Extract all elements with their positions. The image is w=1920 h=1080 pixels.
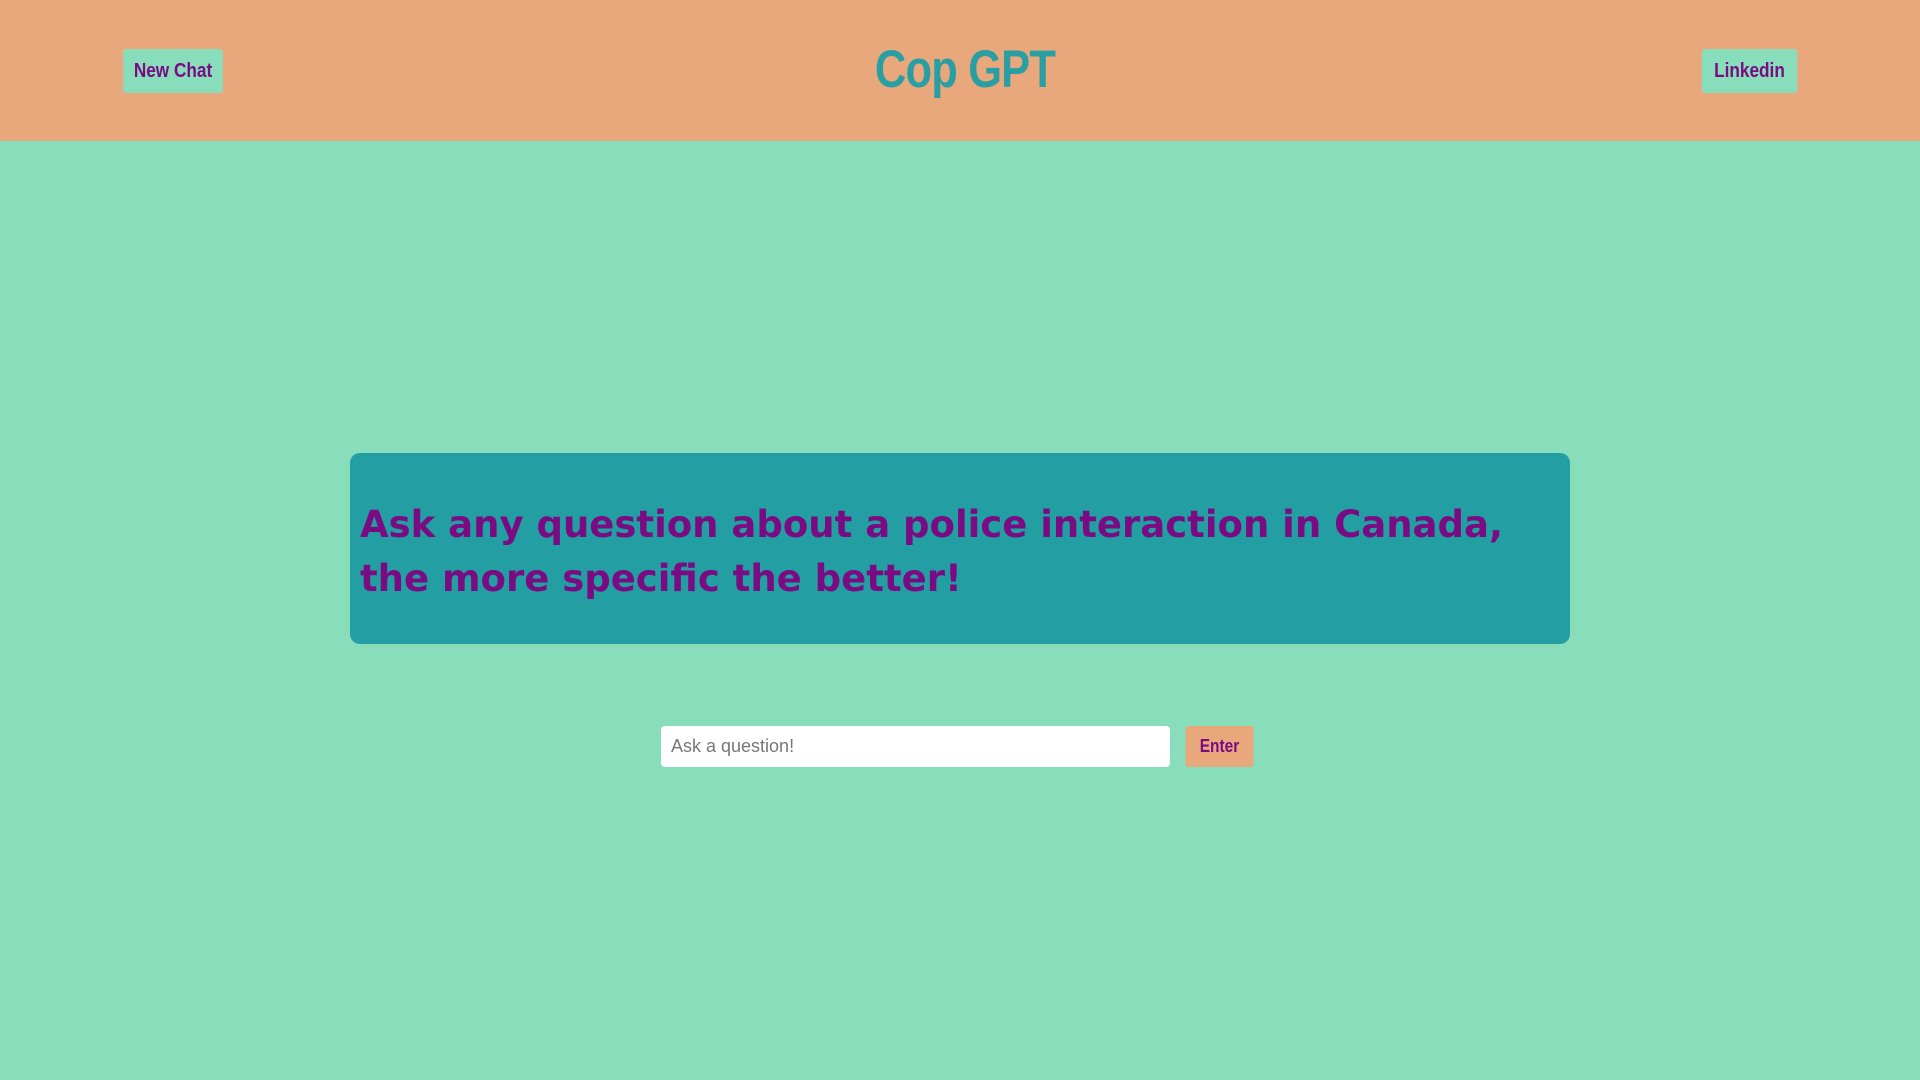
question-input[interactable] (661, 726, 1170, 767)
linkedin-button[interactable]: Linkedin (1701, 49, 1798, 93)
prompt-card: Ask any question about a police interact… (350, 453, 1570, 644)
enter-button[interactable]: Enter (1185, 726, 1254, 767)
app-title: Cop GPT (874, 40, 1056, 99)
prompt-text: Ask any question about a police interact… (360, 503, 1504, 600)
new-chat-button[interactable]: New Chat (123, 49, 223, 93)
header-bar: New Chat Cop GPT Linkedin (0, 0, 1920, 141)
cop-gpt-page: New Chat Cop GPT Linkedin Ask any questi… (0, 0, 1920, 1080)
